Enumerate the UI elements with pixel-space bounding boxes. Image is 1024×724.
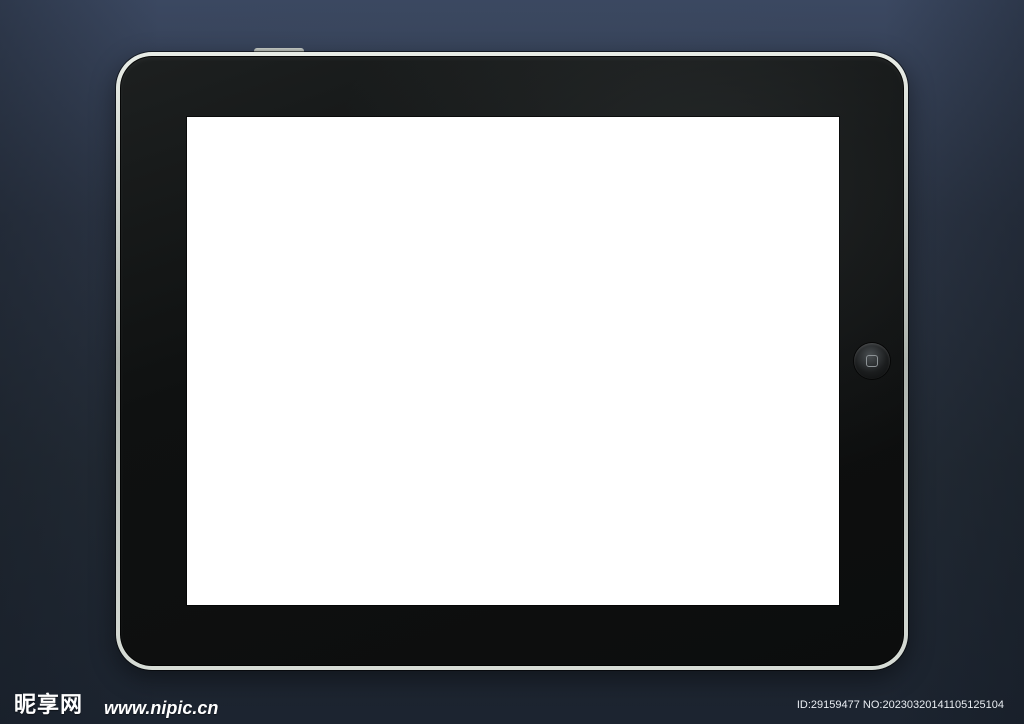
home-button[interactable] bbox=[854, 343, 890, 379]
home-button-icon bbox=[866, 355, 878, 367]
watermark-id: ID:29159477 NO:20230320141105125104 bbox=[796, 699, 1004, 711]
tablet-device bbox=[116, 52, 908, 670]
watermark-logo: 昵享网 bbox=[14, 693, 84, 718]
tablet-bezel bbox=[120, 56, 904, 666]
tablet-screen[interactable] bbox=[187, 117, 839, 605]
watermark-url: www.nipic.cn bbox=[104, 698, 219, 718]
